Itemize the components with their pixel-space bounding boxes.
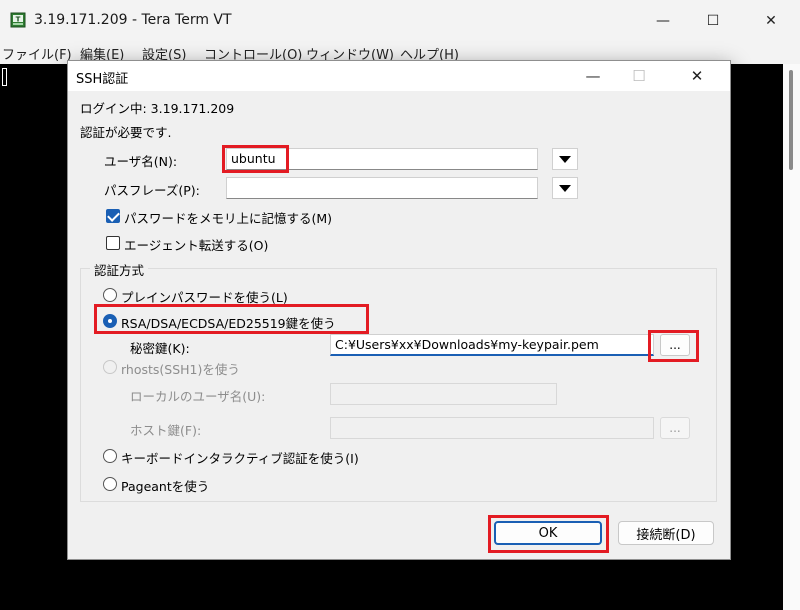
auth-method-group-label: 認証方式: [90, 260, 149, 279]
agent-forward-checkbox[interactable]: [106, 236, 120, 250]
keyboard-interactive-label[interactable]: キーボードインタラクティブ認証を使う(I): [121, 448, 359, 467]
username-dropdown-button[interactable]: [552, 148, 578, 170]
rhosts-label[interactable]: rhosts(SSH1)を使う: [121, 359, 240, 378]
remember-password-label[interactable]: パスワードをメモリ上に記憶する(M): [124, 208, 332, 227]
dialog-close-button[interactable]: ✕: [674, 61, 720, 91]
remember-password-checkbox[interactable]: [106, 209, 120, 223]
teraterm-app-icon: T: [10, 12, 26, 28]
host-key-input[interactable]: [330, 417, 654, 439]
rsa-key-label[interactable]: RSA/DSA/ECDSA/ED25519鍵を使う: [121, 313, 336, 332]
radio-pageant[interactable]: [103, 477, 117, 491]
passphrase-label: パスフレーズ(P):: [104, 183, 200, 198]
minimize-button[interactable]: —: [640, 0, 686, 42]
window-title: 3.19.171.209 - Tera Term VT: [34, 12, 232, 28]
browse-host-key-button[interactable]: ...: [660, 417, 690, 439]
private-key-input[interactable]: C:¥Users¥xx¥Downloads¥my-keypair.pem: [330, 334, 654, 356]
svg-text:T: T: [16, 16, 21, 24]
chevron-down-icon: [559, 155, 571, 163]
disconnect-button[interactable]: 接続断(D): [618, 521, 714, 545]
local-user-input[interactable]: [330, 383, 557, 405]
checkmark-icon: [107, 209, 120, 222]
plain-password-label[interactable]: プレインパスワードを使う(L): [121, 287, 288, 306]
auth-required-text: 認証が必要です.: [80, 125, 172, 140]
radio-keyboard-interactive[interactable]: [103, 449, 117, 463]
scrollbar-thumb[interactable]: [789, 70, 793, 170]
username-input[interactable]: ubuntu: [226, 148, 538, 170]
radio-rhosts[interactable]: [103, 360, 117, 374]
passphrase-dropdown-button[interactable]: [552, 177, 578, 199]
dialog-title: SSH認証: [76, 72, 129, 87]
username-label: ユーザ名(N):: [104, 154, 178, 169]
maximize-button[interactable]: ☐: [690, 0, 736, 42]
login-status: ログイン中: 3.19.171.209: [80, 101, 235, 116]
ok-button[interactable]: OK: [494, 521, 602, 545]
close-button[interactable]: ✕: [748, 0, 794, 42]
host-key-label: ホスト鍵(F):: [130, 423, 202, 438]
dialog-maximize-button: ☐: [632, 67, 646, 85]
menu-file[interactable]: ファイル(F): [2, 44, 72, 63]
local-user-label: ローカルのユーザ名(U):: [130, 389, 266, 404]
pageant-label[interactable]: Pageantを使う: [121, 476, 209, 495]
browse-private-key-button[interactable]: ...: [660, 334, 690, 356]
radio-plain-password[interactable]: [103, 288, 117, 302]
passphrase-input[interactable]: [226, 177, 538, 199]
agent-forward-label[interactable]: エージェント転送する(O): [124, 235, 268, 254]
chevron-down-icon: [559, 184, 571, 192]
terminal-cursor: [2, 68, 7, 86]
private-key-label: 秘密鍵(K):: [130, 341, 190, 356]
radio-rsa-key[interactable]: [103, 314, 117, 328]
dialog-minimize-button[interactable]: —: [570, 61, 616, 91]
